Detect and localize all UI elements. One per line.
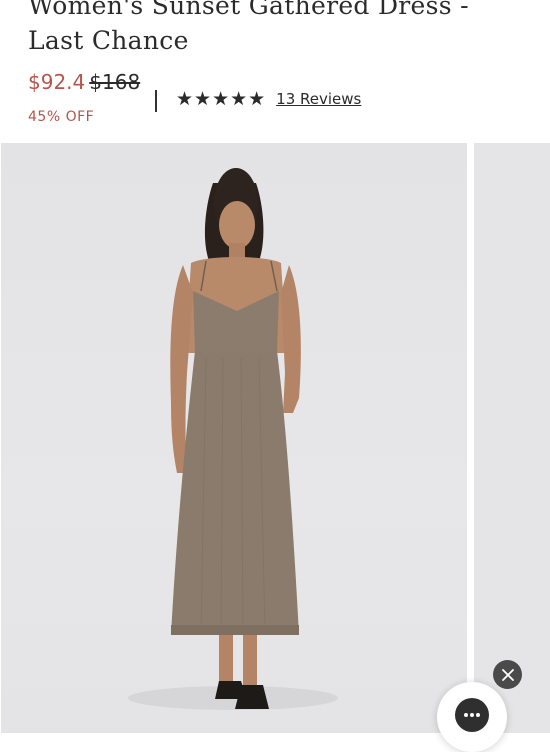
divider: [155, 90, 157, 112]
reviews-link[interactable]: 13 Reviews: [276, 90, 361, 108]
product-gallery[interactable]: [0, 143, 550, 733]
model-illustration: [128, 168, 338, 710]
chat-launcher[interactable]: [437, 682, 507, 752]
chat-dots-icon: [464, 713, 480, 717]
chat-button[interactable]: [455, 698, 489, 732]
original-price: $168: [89, 70, 141, 94]
rating: ★★★★★ 13 Reviews: [176, 88, 361, 110]
close-icon: [501, 668, 514, 681]
product-title: Women's Sunset Gathered Dress - Last Cha…: [28, 0, 469, 55]
discount-badge: 45% OFF: [28, 109, 95, 125]
rating-stars: ★★★★★: [176, 88, 267, 110]
close-chat-button[interactable]: [493, 660, 522, 689]
sale-price: $92.4: [28, 70, 86, 94]
product-image-main[interactable]: [1, 143, 467, 733]
price-row: $92.4 $168: [28, 70, 140, 100]
product-image-next[interactable]: [474, 143, 550, 733]
